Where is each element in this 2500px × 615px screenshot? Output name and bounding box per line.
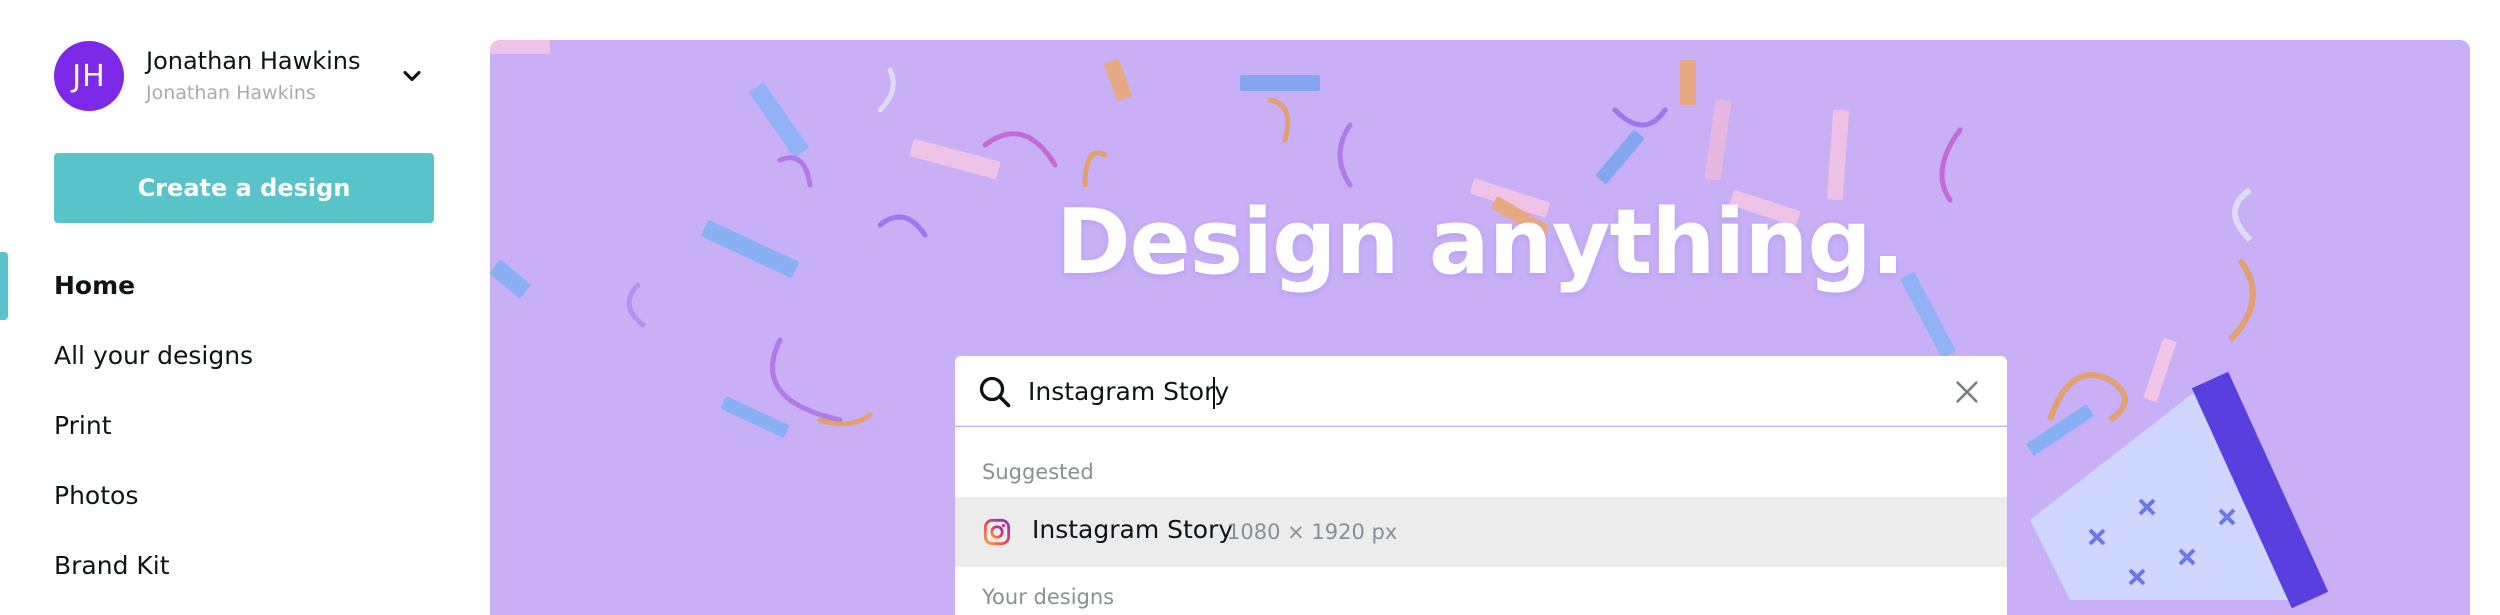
sidebar-item-photos[interactable]: Photos [0,460,470,530]
sidebar-item-brand-kit[interactable]: Brand Kit [0,530,470,600]
account-switcher[interactable]: JH Jonathan Hawkins Jonathan Hawkins [54,40,444,112]
account-name: Jonathan Hawkins [146,47,361,75]
design-search-bar[interactable] [955,356,2007,426]
chevron-down-icon[interactable] [398,62,426,90]
text-cursor [1213,377,1215,409]
hero-title: Design anything. [1055,190,1905,295]
avatar[interactable]: JH [54,41,124,111]
create-design-button[interactable]: Create a design [54,153,434,223]
sidebar-item-all-designs[interactable]: All your designs [0,320,470,390]
sidebar-item-label: Brand Kit [54,550,170,580]
sidebar-nav: Home All your designs Print Photos Brand… [0,250,470,600]
sidebar-item-home[interactable]: Home [0,250,470,320]
active-indicator [0,252,8,320]
suggestion-title: Instagram Story [1032,515,1234,544]
your-designs-heading: Your designs [982,585,1115,609]
sidebar-item-label: All your designs [54,340,254,370]
account-info: Jonathan Hawkins Jonathan Hawkins [146,44,361,108]
sidebar-item-label: Print [54,410,112,440]
search-icon [979,376,1011,408]
close-icon[interactable] [1953,378,1981,406]
search-input[interactable] [1028,366,1908,416]
account-team-name: Jonathan Hawkins [146,82,316,104]
sidebar: JH Jonathan Hawkins Jonathan Hawkins Cre… [0,0,470,615]
sidebar-item-label: Photos [54,480,139,510]
sidebar-item-label: Home [54,270,136,300]
sidebar-item-print[interactable]: Print [0,390,470,460]
search-suggestions-dropdown: Suggested Instagram Story 1080 × 1920 px… [955,427,2007,615]
suggestion-dimensions: 1080 × 1920 px [1227,520,1398,544]
suggested-heading: Suggested [982,460,1094,484]
suggestion-instagram-story[interactable]: Instagram Story 1080 × 1920 px [955,497,2007,567]
instagram-icon [983,518,1011,546]
